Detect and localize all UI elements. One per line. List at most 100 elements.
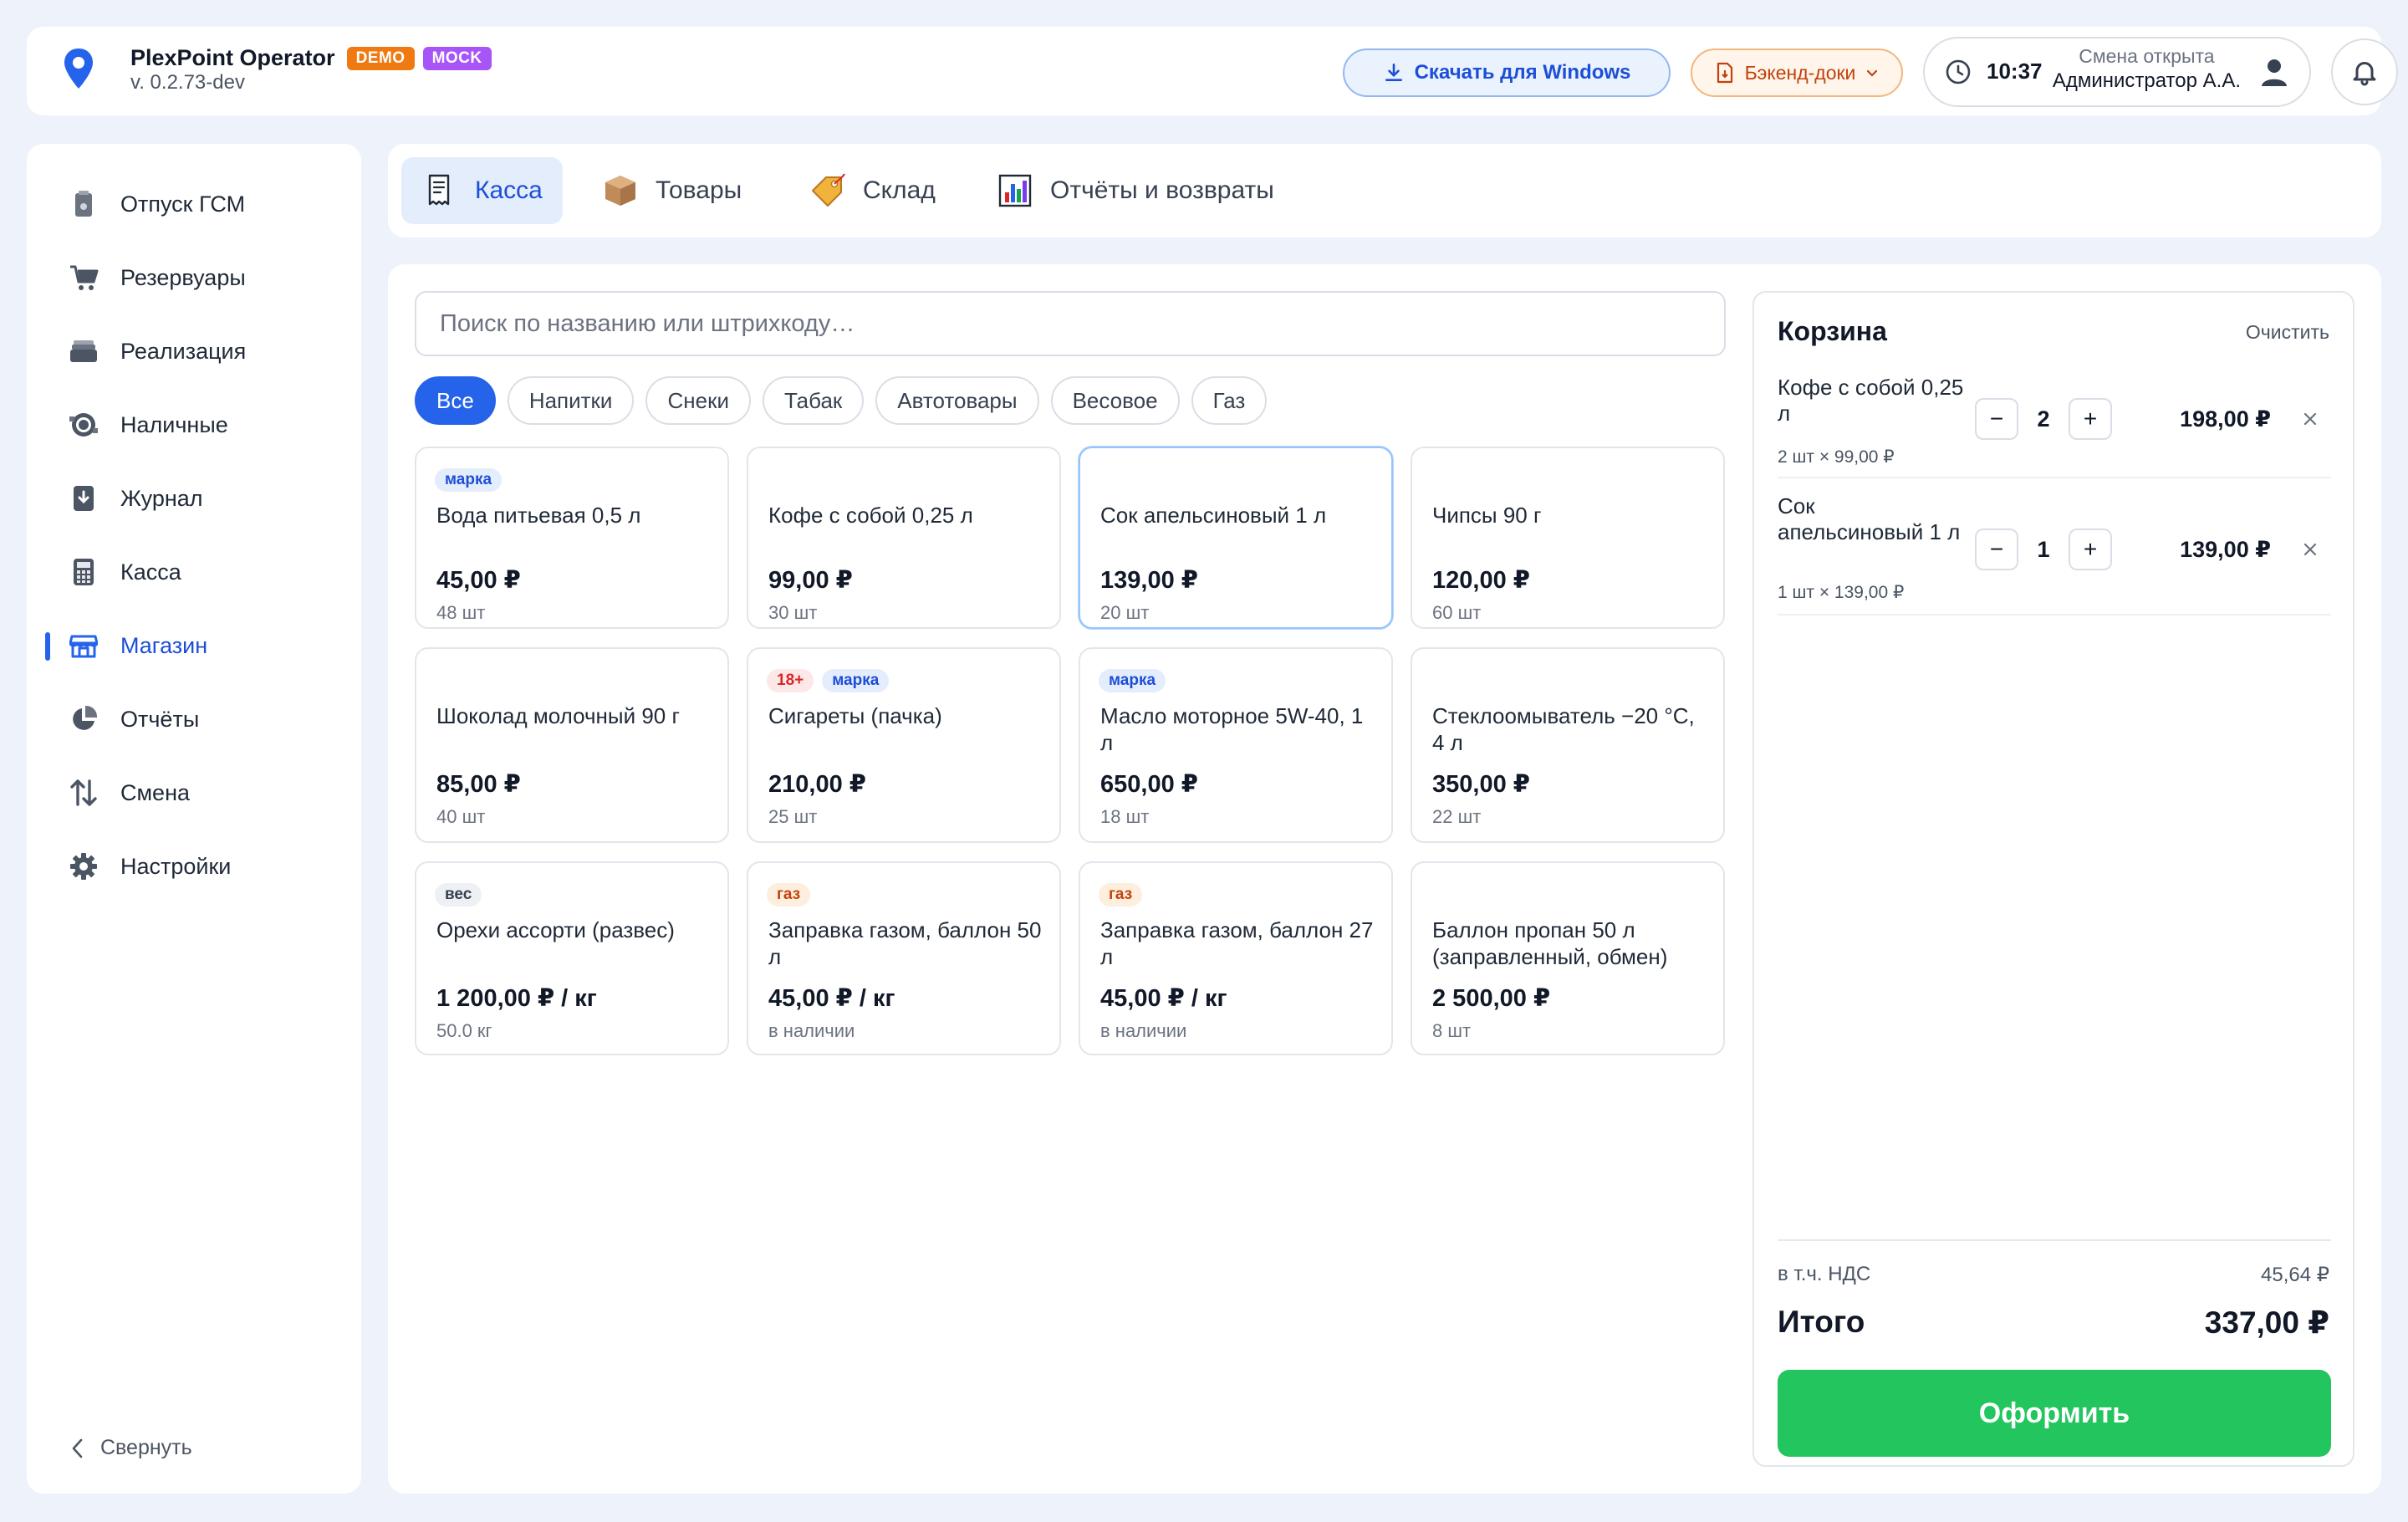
chevron-left-icon: [72, 1438, 83, 1458]
tab-register[interactable]: Касса: [401, 157, 563, 224]
product-name: Вода питьевая 0,5 л: [436, 503, 641, 528]
sidebar-item-fuel[interactable]: Отпуск ГСМ: [27, 177, 361, 231]
product-stock: 20 шт: [1100, 602, 1150, 623]
sidebar-item-journal[interactable]: Журнал: [27, 472, 361, 525]
bell-icon: [2353, 62, 2376, 86]
product-price: 85,00 ₽: [436, 771, 521, 798]
cart-item: Сок апельсиновый 1 л 1 шт × 139,00 ₽ − 1…: [1778, 493, 2331, 615]
shift-time: 10:37: [1987, 59, 2043, 84]
notifications-button[interactable]: [2331, 38, 2398, 105]
cart-item-total: 139,00 ₽: [2180, 537, 2271, 562]
sidebar-item-reports[interactable]: Отчёты: [27, 692, 361, 746]
increase-qty-button[interactable]: +: [2069, 529, 2112, 570]
mock-badge: MOCK: [422, 46, 492, 70]
download-label: Скачать для Windows: [1414, 61, 1631, 84]
brand: PlexPoint Operator DEMO MOCK v. 0.2.73-d…: [130, 45, 492, 94]
product-stock: 22 шт: [1432, 806, 1482, 827]
product-price: 210,00 ₽: [768, 771, 866, 798]
decrease-qty-button[interactable]: −: [1975, 398, 2018, 440]
sidebar-item-settings[interactable]: Настройки: [27, 840, 361, 893]
filter-chip-tobacco[interactable]: Табак: [762, 376, 865, 425]
backend-docs-button[interactable]: Бэкенд-доки: [1691, 49, 1903, 97]
sidebar-item-register[interactable]: Касса: [27, 545, 361, 599]
store-panel: Все Напитки Снеки Табак Автотовары Весов…: [388, 264, 2381, 1494]
bar-chart-icon: [998, 174, 1032, 207]
product-name: Шоколад молочный 90 г: [436, 703, 680, 728]
product-stock: 25 шт: [768, 806, 818, 827]
shift-status-pill[interactable]: 10:37 Смена открыта Администратор А.А.: [1923, 37, 2311, 107]
user-avatar-icon: [2262, 59, 2287, 86]
weight-tag: вес: [435, 883, 482, 907]
tab-reports-returns[interactable]: Отчёты и возвраты: [977, 157, 1294, 224]
product-name: Сигареты (пачка): [768, 703, 942, 728]
app-version: v. 0.2.73-dev: [130, 71, 245, 94]
decrease-qty-button[interactable]: −: [1975, 529, 2018, 570]
product-name: Заправка газом, баллон 27 л: [1100, 917, 1374, 969]
product-card[interactable]: марка Масло моторное 5W-40, 1 л 650,00 ₽…: [1079, 647, 1393, 843]
category-filters: Все Напитки Снеки Табак Автотовары Весов…: [415, 376, 1268, 425]
filter-chip-all[interactable]: Все: [415, 376, 496, 425]
filter-chip-auto[interactable]: Автотовары: [875, 376, 1039, 425]
product-card[interactable]: Шоколад молочный 90 г 85,00 ₽ 40 шт: [415, 647, 729, 843]
sidebar-item-cash[interactable]: Наличные: [27, 398, 361, 452]
total-label: Итого: [1778, 1305, 1865, 1339]
tab-warehouse[interactable]: Склад: [789, 157, 956, 224]
product-stock: 60 шт: [1432, 602, 1482, 623]
increase-qty-button[interactable]: +: [2069, 398, 2112, 440]
total-value: 337,00 ₽: [2204, 1305, 2329, 1340]
product-card[interactable]: Чипсы 90 г 120,00 ₽ 60 шт: [1411, 447, 1725, 629]
sidebar-item-sales[interactable]: Реализация: [27, 324, 361, 378]
tab-label: Склад: [863, 176, 936, 204]
shift-status: Смена открыта: [2079, 45, 2215, 67]
cart-divider: [1778, 1239, 2331, 1241]
tab-label: Товары: [656, 176, 742, 204]
product-price: 45,00 ₽ / кг: [768, 985, 895, 1012]
product-name: Кофе с собой 0,25 л: [768, 503, 973, 528]
cart-item-detail: 1 шт × 139,00 ₽: [1778, 583, 1905, 602]
chevron-down-icon: [1867, 69, 1878, 77]
cart-item: Кофе с собой 0,25 л 2 шт × 99,00 ₽ − 2 +…: [1778, 375, 2331, 478]
filter-chip-drinks[interactable]: Напитки: [507, 376, 635, 425]
filter-chip-snacks[interactable]: Снеки: [645, 376, 751, 425]
product-card[interactable]: 18+ марка Сигареты (пачка) 210,00 ₽ 25 ш…: [747, 647, 1061, 843]
product-card[interactable]: Баллон пропан 50 л (заправленный, обмен)…: [1411, 861, 1725, 1055]
product-card[interactable]: Стеклоомыватель −20 °C, 4 л 350,00 ₽ 22 …: [1411, 647, 1725, 843]
product-price: 350,00 ₽: [1432, 771, 1530, 798]
remove-item-button[interactable]: [2298, 537, 2323, 562]
sidebar-item-tanks[interactable]: Резервуары: [27, 251, 361, 304]
product-card[interactable]: Сок апельсиновый 1 л 139,00 ₽ 20 шт: [1079, 447, 1393, 629]
product-price: 45,00 ₽: [436, 567, 521, 594]
collapse-sidebar-button[interactable]: Свернуть: [70, 1436, 192, 1460]
product-name: Масло моторное 5W-40, 1 л: [1100, 703, 1364, 755]
search-input[interactable]: [415, 291, 1726, 356]
product-card[interactable]: газ Заправка газом, баллон 27 л 45,00 ₽ …: [1079, 861, 1393, 1055]
gas-tag: газ: [1099, 883, 1143, 907]
checkout-button[interactable]: Оформить: [1778, 1370, 2331, 1457]
product-name: Баллон пропан 50 л (заправленный, обмен): [1432, 917, 1668, 969]
marking-tag: марка: [435, 468, 503, 492]
tab-label: Отчёты и возвраты: [1050, 176, 1274, 204]
sidebar-item-shift[interactable]: Смена: [27, 766, 361, 820]
collapse-label: Свернуть: [100, 1436, 192, 1459]
product-card[interactable]: газ Заправка газом, баллон 50 л 45,00 ₽ …: [747, 861, 1061, 1055]
product-stock: в наличии: [1100, 1020, 1187, 1041]
remove-item-button[interactable]: [2298, 406, 2323, 432]
cart-panel: Корзина Очистить Кофе с собой 0,25 л 2 ш…: [1752, 291, 2354, 1467]
close-icon: [2303, 543, 2317, 556]
clear-cart-button[interactable]: Очистить: [2246, 321, 2329, 344]
inbox-tray-icon: [69, 336, 99, 366]
clock-icon: [1946, 59, 1971, 84]
sidebar-item-store[interactable]: Магазин: [27, 619, 361, 672]
product-card[interactable]: вес Орехи ассорти (развес) 1 200,00 ₽ / …: [415, 861, 729, 1055]
app-title: PlexPoint Operator: [130, 45, 335, 70]
download-windows-button[interactable]: Скачать для Windows: [1343, 49, 1671, 97]
tab-products[interactable]: Товары: [582, 157, 762, 224]
gear-icon: [69, 851, 99, 881]
product-card[interactable]: Кофе с собой 0,25 л 99,00 ₽ 30 шт: [747, 447, 1061, 629]
age-restriction-tag: 18+: [767, 669, 814, 692]
filter-chip-gas[interactable]: Газ: [1191, 376, 1268, 425]
sidebar: Отпуск ГСМ Резервуары Реализация Наличны…: [27, 144, 361, 1494]
product-card[interactable]: марка Вода питьевая 0,5 л 45,00 ₽ 48 шт: [415, 447, 729, 629]
filter-chip-weight[interactable]: Весовое: [1050, 376, 1180, 425]
document-icon: [1717, 62, 1732, 84]
